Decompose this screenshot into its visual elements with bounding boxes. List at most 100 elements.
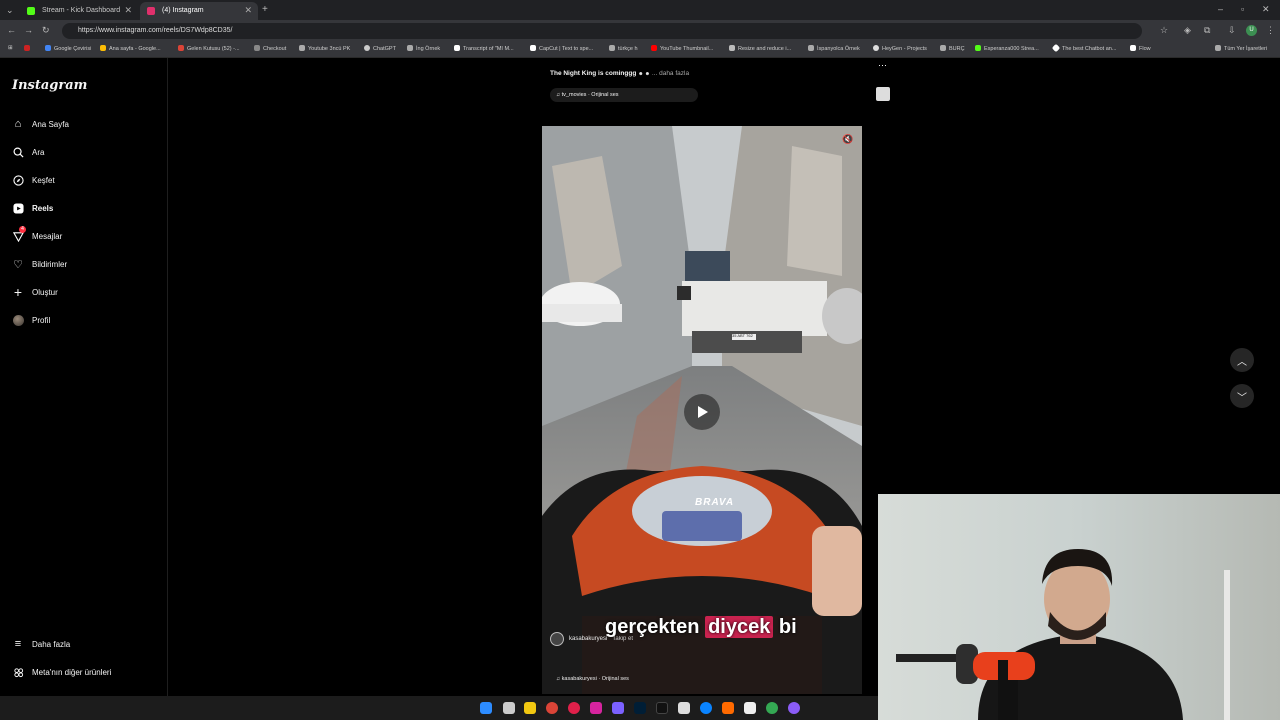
play-icon — [698, 406, 708, 418]
audio-label: tv_movies · Orijinal ses — [561, 92, 619, 98]
chevron-down-icon: ﹀ — [1237, 392, 1247, 404]
extensions-puzzle-icon[interactable]: ⧉ — [1204, 25, 1210, 36]
audio-cover-icon[interactable] — [876, 87, 890, 101]
bookmark-item[interactable]: Resize and reduce i... — [729, 45, 791, 52]
extension-icon[interactable]: ◈ — [1184, 25, 1191, 36]
new-tab-icon[interactable]: + — [262, 4, 268, 15]
mute-icon[interactable]: 🔇 — [842, 134, 853, 145]
teams-icon[interactable] — [612, 702, 624, 714]
sidebar-item-home[interactable]: ⌂ Ana Sayfa — [12, 118, 69, 130]
task-view-icon[interactable] — [503, 702, 515, 714]
previous-reel-button[interactable]: ︿ — [1230, 348, 1254, 372]
close-tab-icon[interactable]: ✕ — [244, 5, 252, 16]
start-icon[interactable] — [480, 702, 492, 714]
instagram-favicon-icon — [147, 7, 155, 15]
bookmark-folder[interactable]: İng Örnek — [407, 45, 440, 52]
close-tab-icon[interactable]: ✕ — [124, 5, 132, 16]
bookmark-item[interactable]: Esperanza000 Strea... — [975, 45, 1039, 52]
download-icon[interactable]: ⇩ — [1228, 25, 1236, 36]
instagram-sidebar: Instagram ⌂ Ana Sayfa Ara Keşfet Reels 4… — [0, 58, 168, 696]
scooter-brand-text: BRAVA — [695, 497, 735, 508]
bookmark-folder[interactable]: BURÇ — [940, 45, 965, 52]
bookmark-item[interactable]: ChatGPT — [364, 45, 396, 52]
more-link[interactable]: ... daha fazla — [652, 70, 689, 77]
more-menu-icon[interactable]: ⋮ — [1266, 25, 1275, 36]
instagram-icon[interactable] — [590, 702, 602, 714]
tab-kick[interactable]: Stream - Kick Dashboard ✕ — [20, 2, 138, 20]
bookmark-folder[interactable]: türkçe h — [609, 45, 638, 52]
sidebar-item-messages[interactable]: 4 Mesajlar — [12, 226, 62, 242]
home-icon: ⌂ — [14, 118, 22, 130]
bookmarks-bar: ⊞ Google Çevirisi Ana sayfa - Google... … — [0, 42, 1280, 58]
bookmark-item[interactable] — [24, 45, 33, 52]
license-plate-text: 35 ABT 762 — [732, 333, 753, 338]
follow-button[interactable]: Takip et — [612, 636, 633, 642]
chrome-profile-icon[interactable] — [766, 702, 778, 714]
sidebar-item-create[interactable]: + Oluştur — [12, 284, 58, 300]
audio-chip[interactable]: ♫ tv_movies · Orijinal ses — [550, 88, 698, 102]
photoshop-icon[interactable] — [634, 702, 646, 714]
sidebar-item-meta[interactable]: Meta'nın diğer ürünleri — [12, 666, 111, 678]
next-reel-button[interactable]: ﹀ — [1230, 384, 1254, 408]
reel-video[interactable]: BRAVA 35 ABT 762 🔇 gerçekten diycek bi k… — [542, 126, 862, 694]
bookmark-item[interactable]: Gelen Kutusu (52) -... — [178, 45, 240, 52]
forward-icon[interactable]: → — [24, 25, 33, 35]
author-avatar[interactable] — [550, 632, 564, 646]
bookmark-folder[interactable]: Youtube 3ncü PK — [299, 45, 350, 52]
bookmark-item[interactable]: Checkout — [254, 45, 286, 52]
bookmark-item[interactable]: The best Chatbot an... — [1051, 43, 1116, 53]
apps-icon[interactable]: ⊞ — [8, 45, 13, 51]
play-button[interactable] — [684, 394, 720, 430]
author-username[interactable]: kasabakuryesi — [569, 636, 607, 642]
sidebar-item-label: Reels — [32, 203, 54, 213]
back-icon[interactable]: ← — [7, 25, 16, 35]
sidebar-item-label: Profil — [32, 315, 51, 325]
sidebar-item-reels[interactable]: Reels — [12, 202, 53, 214]
sidebar-item-notifications[interactable]: ♡ Bildirimler — [12, 258, 68, 271]
maximize-icon[interactable]: ▫ — [1241, 4, 1244, 14]
sidebar-item-more[interactable]: ≡ Daha fazla — [12, 638, 70, 650]
bookmark-item[interactable]: CapCut | Text to spe... — [530, 45, 593, 52]
minimize-icon[interactable]: – — [1218, 4, 1223, 14]
sidebar-item-label: Bildirimler — [32, 259, 68, 269]
reel-caption[interactable]: The Night King is cominggg ☻ ☻ ... daha … — [550, 70, 689, 77]
bookmark-item[interactable]: Transcript of "MI M... — [454, 45, 514, 52]
reel-audio[interactable]: ♫ kasabakuryesi · Orijinal ses — [556, 676, 629, 682]
all-bookmarks[interactable]: Tüm Yer İşaretleri — [1215, 45, 1267, 52]
sidebar-item-search[interactable]: Ara — [12, 146, 44, 158]
notification-badge: 4 — [19, 226, 26, 233]
music-note-icon: ♫ — [556, 92, 561, 98]
profile-avatar-icon[interactable]: U — [1246, 25, 1257, 36]
sidebar-item-profile[interactable]: Profil — [12, 314, 50, 326]
capcut-icon[interactable] — [678, 702, 690, 714]
opera-icon[interactable] — [568, 702, 580, 714]
bookmark-folder[interactable]: İspanyolca Örnek — [808, 45, 860, 52]
instagram-logo[interactable]: Instagram — [12, 78, 87, 93]
chevron-up-icon: ︿ — [1237, 356, 1247, 368]
tab-search-icon[interactable]: ⌄ — [6, 5, 14, 16]
reel-author[interactable]: kasabakuryesi Takip et — [550, 632, 633, 646]
bookmark-item[interactable]: Ana sayfa - Google... — [100, 45, 161, 52]
close-window-icon[interactable]: ✕ — [1262, 4, 1270, 15]
sidebar-item-label: Meta'nın diğer ürünleri — [32, 667, 112, 677]
app-icon[interactable] — [788, 702, 800, 714]
tiktok-icon[interactable] — [656, 702, 668, 714]
file-explorer-icon[interactable] — [524, 702, 536, 714]
url-field[interactable]: https://www.instagram.com/reels/DS7Wdp8C… — [62, 23, 1142, 39]
reload-icon[interactable]: ↻ — [42, 25, 50, 36]
edge-icon[interactable] — [700, 702, 712, 714]
sidebar-item-label: Ana Sayfa — [32, 119, 69, 129]
more-options-icon[interactable]: ⋯ — [878, 60, 887, 71]
bookmark-item[interactable]: HeyGen - Projects — [873, 45, 927, 52]
sidebar-item-explore[interactable]: Keşfet — [12, 174, 55, 186]
address-toolbar: ← → ↻ https://www.instagram.com/reels/DS… — [0, 20, 1280, 42]
chrome-icon[interactable] — [546, 702, 558, 714]
tab-instagram[interactable]: (4) Instagram ✕ — [140, 2, 258, 20]
bookmark-star-icon[interactable]: ☆ — [1160, 25, 1168, 36]
windows-taskbar — [0, 696, 878, 720]
app-icon[interactable] — [744, 702, 756, 714]
app-icon[interactable] — [722, 702, 734, 714]
bookmark-item[interactable]: Google Çevirisi — [45, 45, 91, 52]
bookmark-item[interactable]: YouTube Thumbnail... — [651, 45, 713, 52]
bookmark-item[interactable]: Flow — [1130, 45, 1151, 52]
